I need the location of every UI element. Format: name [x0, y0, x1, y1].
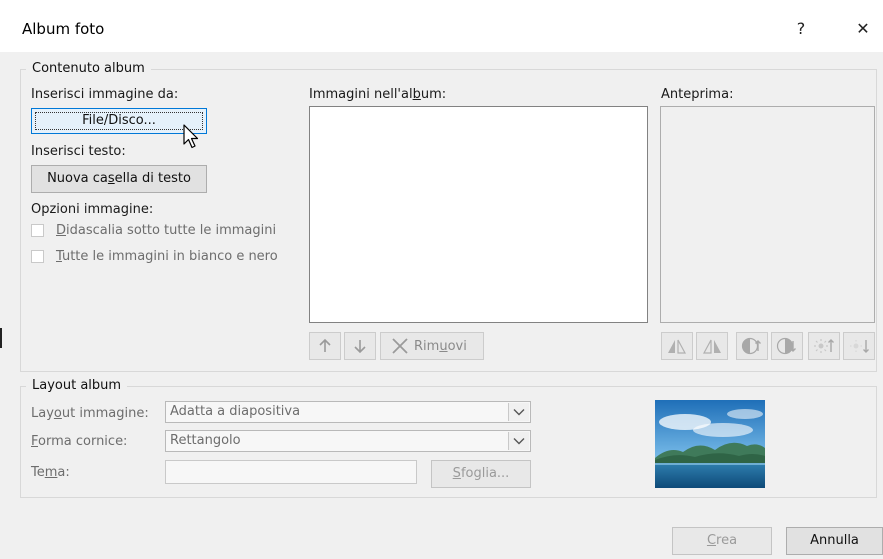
- rotate-left-icon: [668, 339, 687, 354]
- frame-shape-label: Forma cornice:: [31, 434, 127, 449]
- cancel-label: Annulla: [810, 533, 859, 548]
- frame-shape-text: orma cornice:: [38, 434, 128, 449]
- theme-label: Tema:: [31, 465, 70, 480]
- theme-text-a: Te: [31, 465, 45, 480]
- create-accesskey: C: [706, 533, 717, 548]
- landscape-image: [655, 400, 765, 488]
- contenuto-album-label: Contenuto album: [26, 61, 151, 76]
- image-layout-dropdown[interactable]: Adatta a diapositiva: [165, 401, 531, 423]
- album-images-accesskey: b: [412, 87, 421, 102]
- remove-text-b: ovi: [447, 338, 467, 354]
- new-textbox-text-b: ella di testo: [114, 171, 191, 186]
- frame-shape-value: Rettangolo: [170, 433, 241, 448]
- caption-text: idascalia sotto tutte le immagini: [66, 223, 277, 238]
- image-layout-text-b: ut immagine:: [61, 406, 149, 421]
- browse-text: foglia...: [460, 466, 510, 481]
- brightness-decrease-icon: [850, 340, 869, 353]
- close-button[interactable]: ✕: [848, 14, 878, 44]
- contrast-decrease-button[interactable]: [771, 332, 803, 360]
- arrow-down-icon: [354, 340, 366, 354]
- close-icon: ✕: [856, 19, 870, 38]
- layout-album-label: Layout album: [26, 378, 128, 393]
- contrast-increase-button[interactable]: [736, 332, 768, 360]
- remove-accesskey: u: [439, 338, 448, 354]
- album-images-text-a: Immagini nell'al: [309, 87, 413, 102]
- help-button[interactable]: ?: [786, 14, 816, 44]
- brightness-decrease-button[interactable]: [843, 332, 875, 360]
- theme-input[interactable]: [165, 460, 417, 484]
- title-bar: [0, 0, 883, 52]
- remove-label: Rimuovi: [414, 339, 467, 354]
- browse-accesskey: S: [452, 466, 461, 481]
- album-images-text-b: um:: [420, 87, 447, 102]
- window-edge-marker: [0, 328, 2, 348]
- rotate-left-button[interactable]: [661, 332, 693, 360]
- preview-pane: [660, 106, 875, 323]
- new-textbox-button[interactable]: Nuova casella di testo: [31, 165, 207, 193]
- remove-x-icon: [392, 338, 408, 354]
- caption-checkbox[interactable]: [31, 224, 44, 237]
- frame-shape-dropdown-arrow[interactable]: [508, 432, 529, 450]
- new-textbox-accesskey: s: [107, 171, 115, 186]
- focus-ring: [35, 112, 203, 130]
- move-down-button[interactable]: [344, 332, 376, 360]
- browse-button[interactable]: Sfoglia...: [431, 460, 531, 488]
- chevron-down-icon: [513, 409, 525, 416]
- mouse-cursor-icon: [183, 124, 199, 149]
- chevron-down-icon: [513, 438, 525, 445]
- image-layout-text-a: Lay: [31, 406, 54, 421]
- album-images-label: Immagini nell'album:: [309, 87, 446, 102]
- theme-accesskey: m: [44, 465, 58, 480]
- rotate-right-button[interactable]: [696, 332, 728, 360]
- new-textbox-text-a: Nuova ca: [47, 171, 108, 186]
- album-images-list[interactable]: [309, 106, 648, 323]
- rotate-right-icon: [702, 339, 721, 354]
- caption-checkbox-label: Didascalia sotto tutte le immagini: [56, 223, 276, 238]
- image-layout-accesskey: o: [53, 406, 62, 421]
- preview-label: Anteprima:: [661, 87, 734, 102]
- black-white-checkbox-label: Tutte le immagini in bianco e nero: [56, 249, 278, 264]
- bw-text: utte le immagini in bianco e nero: [61, 249, 278, 264]
- create-button[interactable]: Crea: [672, 527, 772, 555]
- remove-button[interactable]: Rimuovi: [380, 332, 484, 360]
- arrow-up-icon: [319, 338, 331, 352]
- contrast-increase-icon: [741, 337, 761, 355]
- landscape-thumbnail: [655, 400, 765, 488]
- brightness-increase-icon: [814, 339, 834, 353]
- theme-text-b: a:: [57, 465, 70, 480]
- frame-shape-accesskey: F: [31, 434, 39, 449]
- cancel-button[interactable]: Annulla: [786, 527, 883, 555]
- dialog-title: Album foto: [22, 20, 105, 38]
- move-up-button[interactable]: [309, 332, 341, 360]
- frame-shape-dropdown[interactable]: Rettangolo: [165, 430, 531, 452]
- brightness-increase-button[interactable]: [808, 332, 840, 360]
- contrast-decrease-icon: [776, 337, 796, 355]
- black-white-checkbox[interactable]: [31, 250, 44, 263]
- caption-accesskey: D: [56, 223, 67, 238]
- remove-text-a: Rim: [414, 338, 440, 354]
- image-layout-label: Layout immagine:: [31, 406, 149, 421]
- image-layout-dropdown-arrow[interactable]: [508, 403, 529, 421]
- insert-image-label: Inserisci immagine da:: [31, 87, 179, 102]
- insert-text-label: Inserisci testo:: [31, 144, 126, 159]
- help-icon: ?: [796, 19, 806, 38]
- create-text: rea: [716, 533, 738, 548]
- image-layout-value: Adatta a diapositiva: [170, 404, 301, 419]
- file-disk-button[interactable]: File/Disco...: [31, 108, 207, 134]
- image-options-label: Opzioni immagine:: [31, 202, 154, 217]
